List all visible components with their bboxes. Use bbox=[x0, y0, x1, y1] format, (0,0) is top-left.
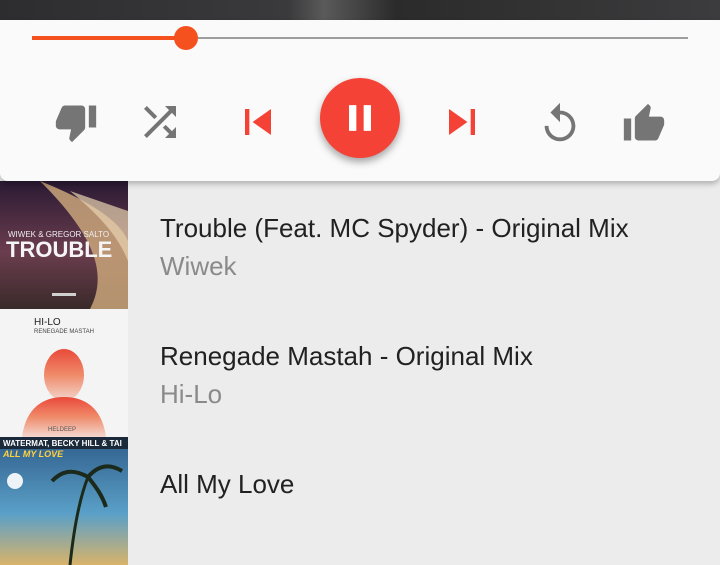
album-art-main-text: ALL MY LOVE bbox=[2, 449, 64, 459]
album-art: HI-LO RENEGADE MASTAH HELDEEP bbox=[0, 309, 128, 437]
thumbs-up-icon bbox=[623, 103, 665, 141]
pause-icon bbox=[349, 105, 371, 131]
album-art-sub-text: RENEGADE MASTAH bbox=[34, 329, 94, 335]
track-title: Renegade Mastah - Original Mix bbox=[160, 341, 533, 371]
shuffle-icon bbox=[144, 106, 176, 138]
album-art: WATERMAT, BECKY HILL & TAI ALL MY LOVE bbox=[0, 437, 128, 565]
player-controls-panel bbox=[0, 20, 720, 181]
track-artist: Wiwek bbox=[160, 251, 237, 281]
seek-bar-thumb[interactable] bbox=[174, 26, 199, 50]
track-artist: Hi-Lo bbox=[160, 379, 223, 409]
album-art-main-text: TROUBLE bbox=[6, 237, 112, 262]
queue-item[interactable]: HI-LO RENEGADE MASTAH HELDEEP Renegade M… bbox=[0, 309, 720, 437]
repeat-icon bbox=[544, 102, 576, 142]
album-art: WIWEK & GREGOR SALTO TROUBLE bbox=[0, 181, 128, 309]
next-button[interactable] bbox=[436, 96, 488, 148]
skip-previous-icon bbox=[245, 109, 271, 135]
album-art-top-text: WATERMAT, BECKY HILL & TAI bbox=[3, 439, 122, 448]
previous-button[interactable] bbox=[232, 96, 284, 148]
track-title: All My Love bbox=[160, 469, 295, 499]
seek-bar-progress bbox=[32, 36, 187, 40]
thumbs-down-icon bbox=[55, 105, 97, 143]
queue-item[interactable]: WIWEK & GREGOR SALTO TROUBLE Trouble (Fe… bbox=[0, 181, 720, 309]
pause-button[interactable] bbox=[320, 78, 400, 158]
status-bar-background bbox=[0, 0, 720, 22]
album-art-bottom-text: HELDEEP bbox=[48, 427, 76, 433]
thumbs-down-button[interactable] bbox=[52, 98, 100, 146]
album-art-top-text: HI-LO bbox=[34, 317, 61, 328]
skip-next-icon bbox=[449, 109, 475, 135]
queue-list: WIWEK & GREGOR SALTO TROUBLE Trouble (Fe… bbox=[0, 181, 720, 565]
thumbs-up-button[interactable] bbox=[620, 100, 668, 148]
repeat-button[interactable] bbox=[536, 100, 584, 148]
seek-bar[interactable] bbox=[32, 26, 688, 50]
shuffle-button[interactable] bbox=[136, 98, 184, 146]
queue-item[interactable]: WATERMAT, BECKY HILL & TAI ALL MY LOVE A… bbox=[0, 437, 720, 565]
track-title: Trouble (Feat. MC Spyder) - Original Mix bbox=[160, 213, 629, 243]
